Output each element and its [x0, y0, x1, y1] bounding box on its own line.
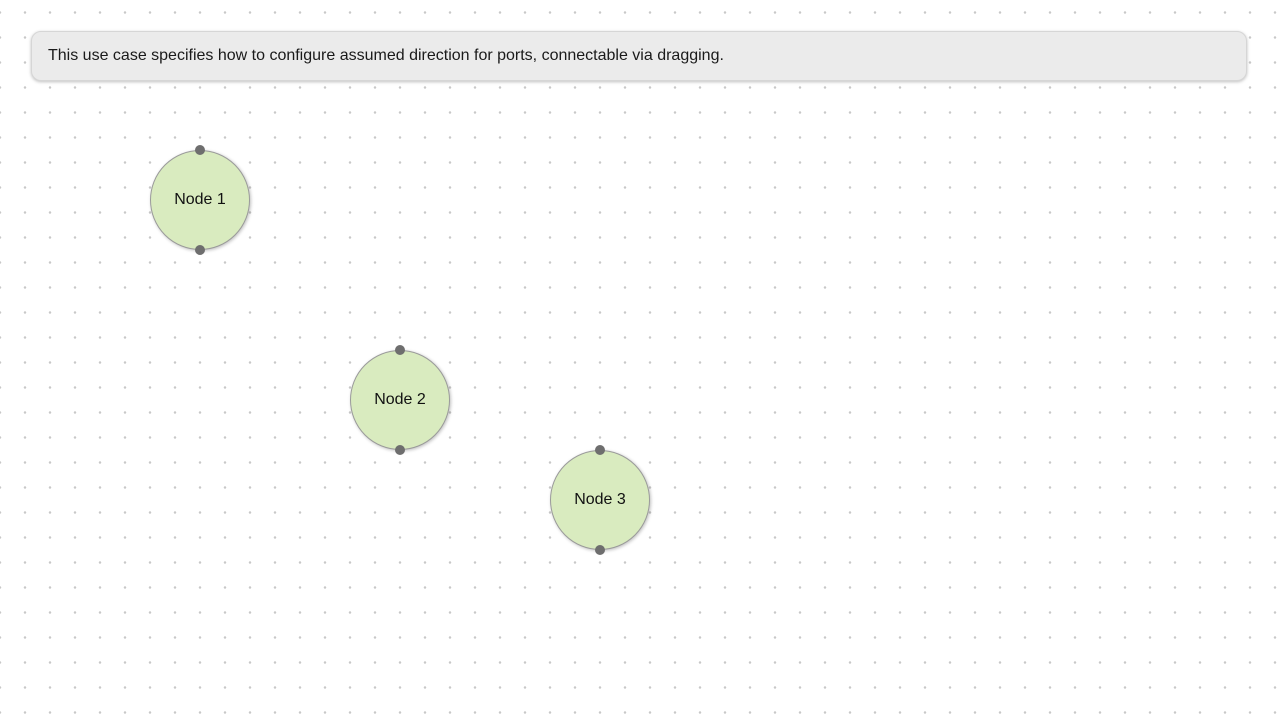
node-1-label: Node 1	[174, 191, 226, 208]
node-2-bottom-port[interactable]	[395, 445, 405, 455]
node-3-label: Node 3	[574, 491, 626, 508]
node-2-label: Node 2	[374, 391, 426, 408]
diagram-canvas[interactable]: This use case specifies how to configure…	[0, 0, 1280, 720]
diagram-node-1[interactable]: Node 1	[150, 145, 250, 255]
node-3-bottom-port[interactable]	[595, 545, 605, 555]
diagram-node-3[interactable]: Node 3	[550, 445, 650, 555]
node-1-bottom-port[interactable]	[195, 245, 205, 255]
node-2-top-port[interactable]	[395, 345, 405, 355]
node-3-top-port[interactable]	[595, 445, 605, 455]
info-banner-text: This use case specifies how to configure…	[48, 47, 724, 64]
info-banner: This use case specifies how to configure…	[31, 31, 1247, 81]
node-1-top-port[interactable]	[195, 145, 205, 155]
diagram-node-2[interactable]: Node 2	[350, 345, 450, 455]
